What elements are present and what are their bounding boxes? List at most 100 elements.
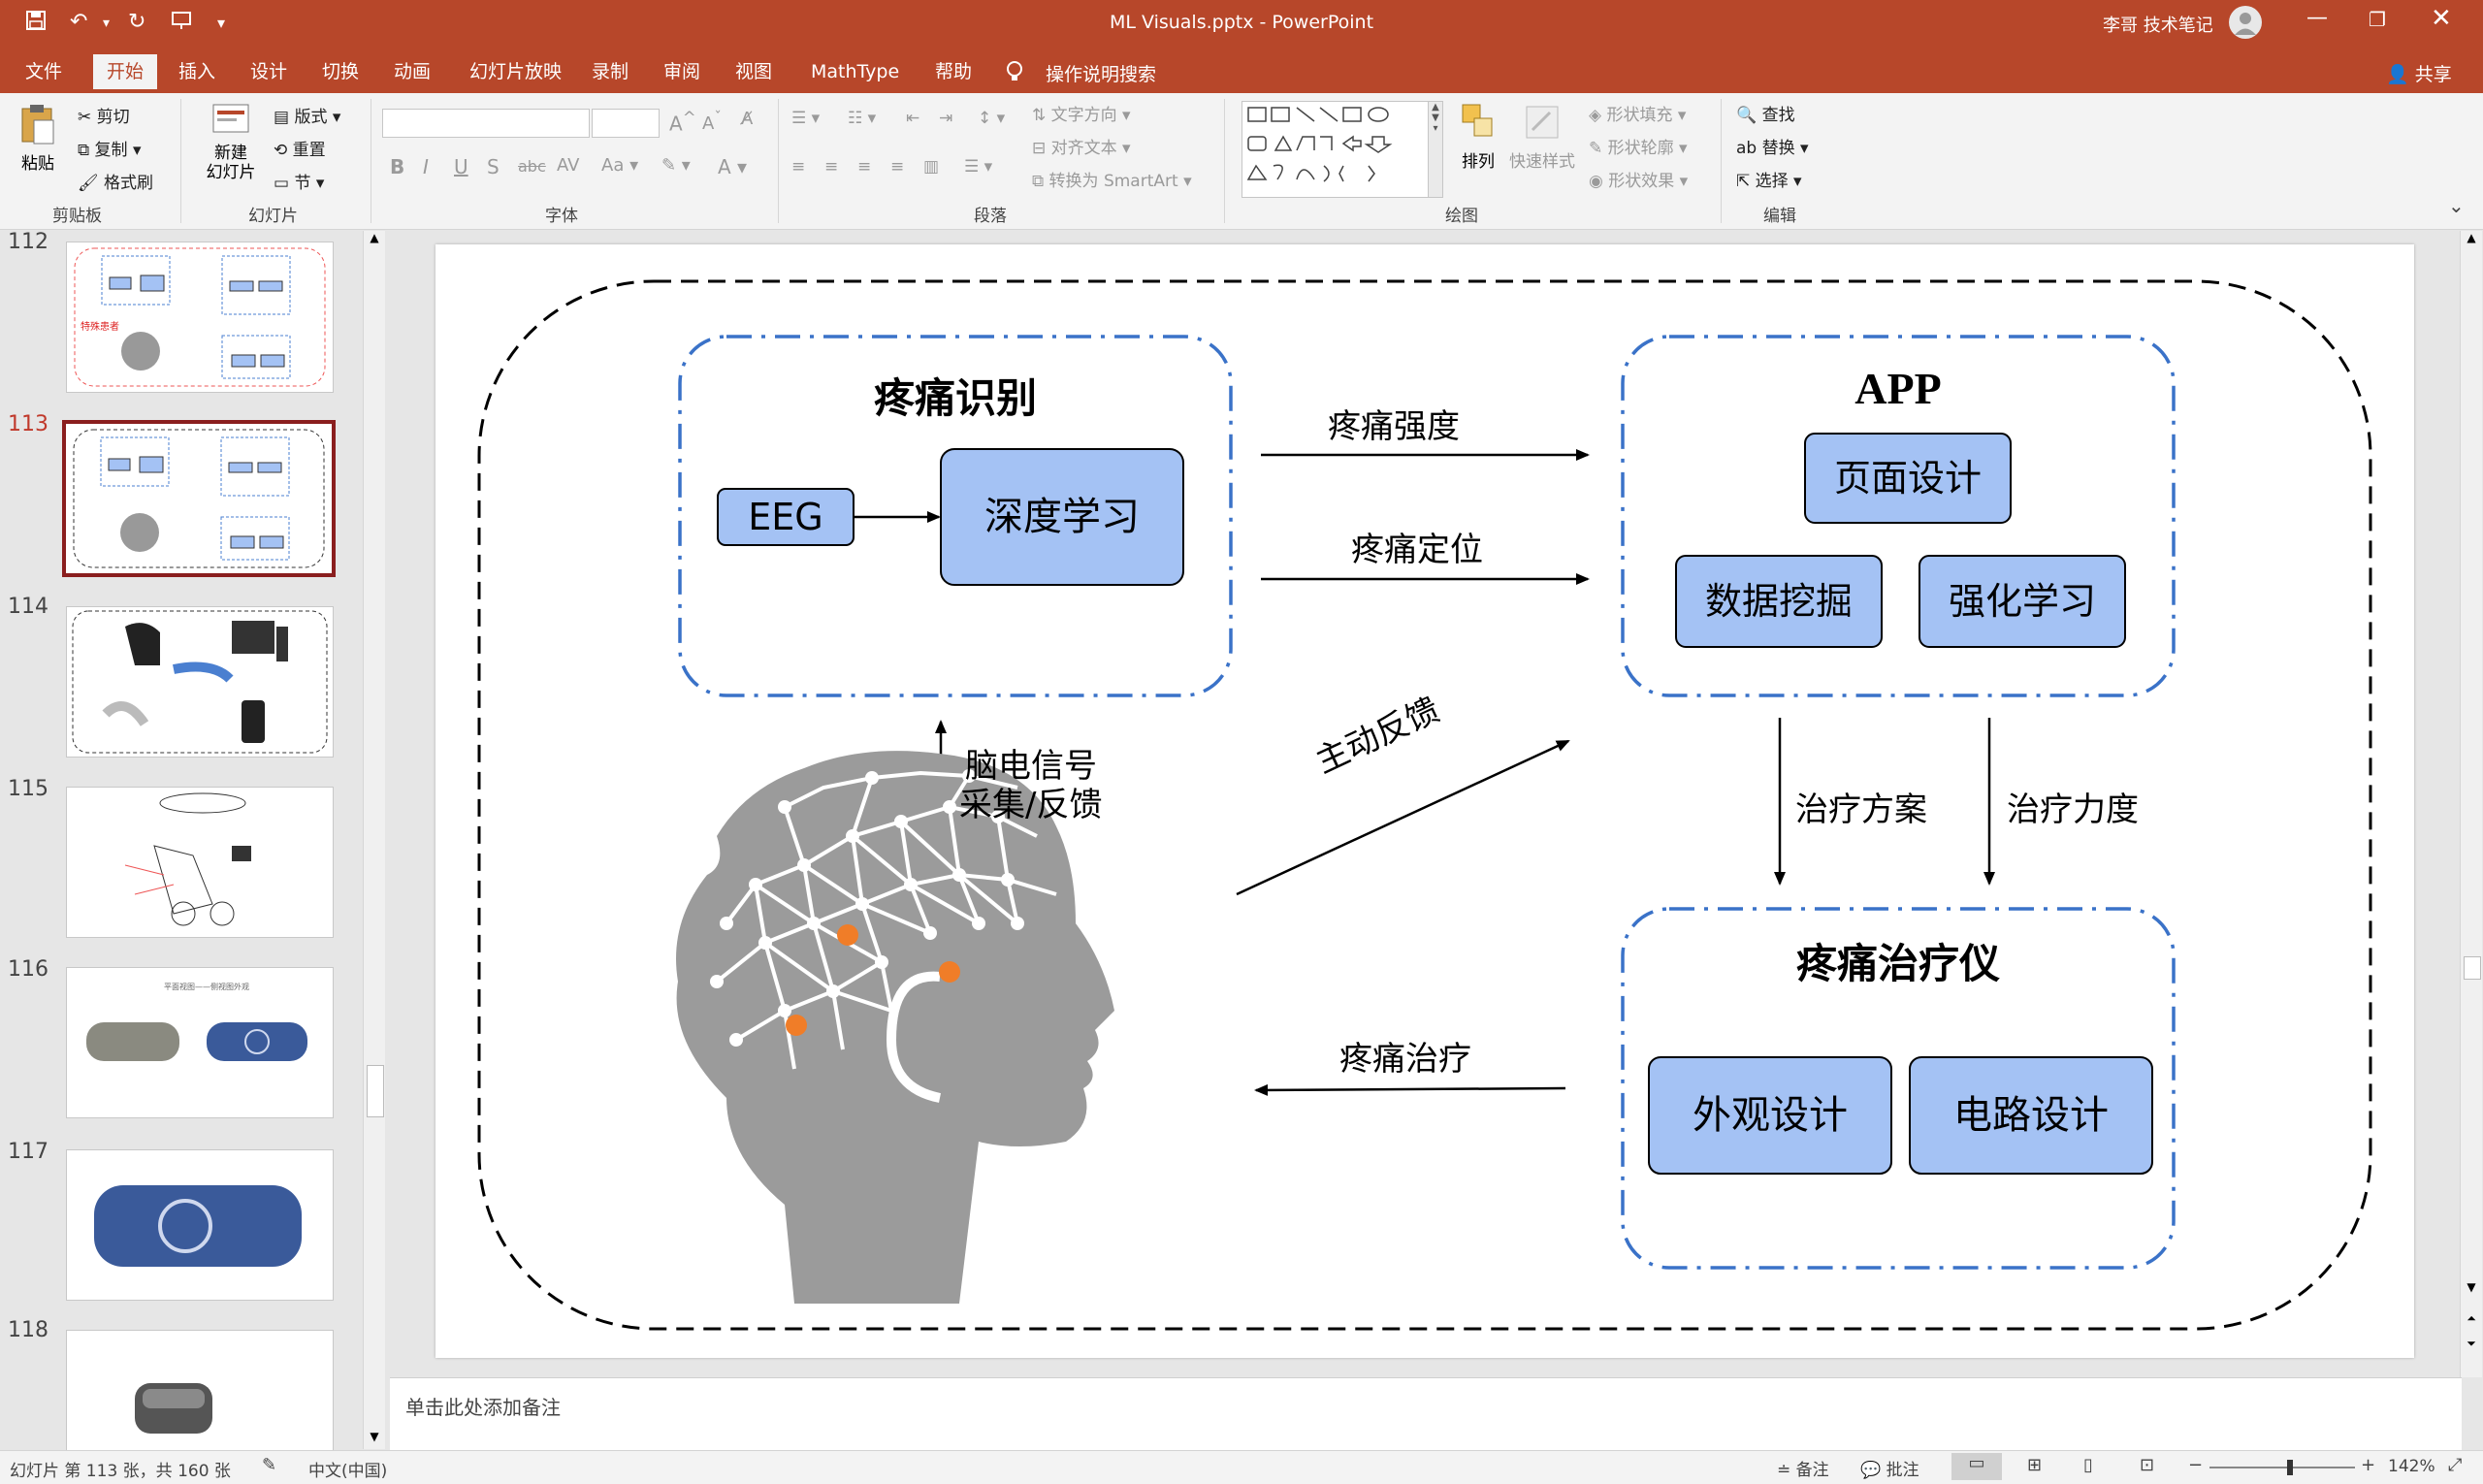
copy-button[interactable]: ⧉ 复制 ▾ [78, 136, 141, 160]
save-icon[interactable] [25, 10, 47, 37]
tab-transitions[interactable]: 切换 [308, 54, 372, 89]
tab-view[interactable]: 视图 [722, 54, 786, 89]
justify-icon[interactable]: ≡ [890, 157, 904, 177]
undo-dropdown-icon[interactable]: ▾ [103, 16, 110, 31]
slide[interactable]: 疼痛识别 EEG 深度学习 APP 页面设计 数据挖掘 强化学习 疼痛治疗仪 外… [435, 244, 2414, 1358]
tell-me-search[interactable]: 操作说明搜索 [1046, 60, 1156, 86]
char-spacing-icon[interactable]: AV [557, 155, 579, 176]
slideshow-icon[interactable]: ⊡ [2140, 1455, 2154, 1475]
font-size-combo[interactable] [592, 109, 660, 138]
normal-view-icon[interactable]: ▭ [1951, 1453, 2002, 1480]
shapes-gallery-scroll[interactable]: ▲ ▼ ▾ [1428, 101, 1443, 198]
scroll-up-icon: ▲ [370, 231, 379, 244]
tab-file[interactable]: 文件 [12, 54, 76, 89]
paste-button[interactable]: 粘贴 [14, 103, 62, 174]
shape-outline-button[interactable]: ✎ 形状轮廓 ▾ [1589, 134, 1688, 158]
comments-toggle[interactable]: 💬 批注 [1860, 1456, 1919, 1480]
numbering-icon[interactable]: ☷ ▾ [848, 109, 876, 128]
align-text-button[interactable]: ⊟ 对齐文本 ▾ [1032, 134, 1131, 158]
eeg-label: EEG [748, 496, 823, 538]
distribute-icon[interactable]: ☰ ▾ [964, 157, 992, 177]
thumbnail-scrollbar[interactable]: ▲ ▼ [363, 231, 385, 1449]
share-button[interactable]: 👤 共享 [2386, 60, 2452, 86]
decrease-font-icon[interactable]: Aˇ [702, 109, 722, 134]
slide-thumbnail-114[interactable] [66, 606, 334, 758]
shadow-icon[interactable]: S [487, 155, 500, 178]
change-case-icon[interactable]: Aa ▾ [601, 155, 638, 176]
new-slide-button[interactable]: 新建 幻灯片 [194, 101, 268, 182]
clipboard-icon [21, 105, 54, 145]
text-direction-button[interactable]: ⇅ 文字方向 ▾ [1032, 101, 1131, 125]
undo-icon[interactable]: ↶ [70, 10, 87, 34]
slide-sorter-icon[interactable]: ⊞ [2027, 1455, 2042, 1475]
slide-thumbnail-116[interactable]: 平面视图——侧视图外观 [66, 967, 334, 1118]
tab-slideshow[interactable]: 幻灯片放映 [456, 54, 575, 89]
bold-icon[interactable]: B [390, 155, 404, 178]
collapse-ribbon-icon[interactable]: ⌄ [2448, 194, 2465, 217]
canvas-scrollbar[interactable]: ▲ ▼ ⏶ ⏷ [2460, 231, 2482, 1377]
align-right-icon[interactable]: ≡ [857, 157, 871, 177]
notes-pane[interactable]: 单击此处添加备注 [390, 1377, 2462, 1451]
columns-icon[interactable]: ▥ [923, 157, 939, 177]
tab-animations[interactable]: 动画 [380, 54, 444, 89]
align-center-icon[interactable]: ≡ [824, 157, 838, 177]
tab-help[interactable]: 帮助 [921, 54, 985, 89]
close-icon[interactable]: ✕ [2431, 4, 2452, 33]
shape-fill-button[interactable]: ◈ 形状填充 ▾ [1589, 101, 1686, 125]
font-color-icon[interactable]: A ▾ [718, 155, 747, 178]
presentation-icon[interactable] [171, 10, 192, 37]
increase-indent-icon[interactable]: ⇥ [939, 109, 952, 128]
quick-styles-button[interactable]: 快速样式 [1505, 101, 1579, 172]
slide-thumbnail-115[interactable] [66, 787, 334, 938]
spelling-icon[interactable]: ✎ [262, 1455, 276, 1475]
zoom-slider[interactable] [2209, 1460, 2355, 1475]
customize-qat-icon[interactable]: ▾ [217, 14, 225, 32]
align-left-icon[interactable]: ≡ [791, 157, 805, 177]
minimize-icon[interactable]: — [2306, 6, 2328, 30]
tab-design[interactable]: 设计 [237, 54, 301, 89]
select-button[interactable]: ⇱ 选择 ▾ [1736, 167, 1802, 191]
section-button[interactable]: ▭ 节 ▾ [274, 169, 324, 193]
italic-icon[interactable]: I [423, 155, 429, 178]
strikethrough-icon[interactable]: abc [518, 157, 546, 176]
reset-button[interactable]: ⟲ 重置 [274, 136, 326, 160]
shape-effects-button[interactable]: ◉ 形状效果 ▾ [1589, 167, 1688, 191]
smartart-button[interactable]: ⧉ 转换为 SmartArt ▾ [1032, 167, 1192, 191]
language-indicator[interactable]: 中文(中国) [308, 1457, 387, 1481]
zoom-level[interactable]: 142% [2388, 1457, 2435, 1476]
line-spacing-icon[interactable]: ↕ ▾ [978, 109, 1005, 128]
slide-thumbnail-112[interactable]: 特殊患者 [66, 242, 334, 393]
tab-home[interactable]: 开始 [93, 54, 158, 89]
bullets-icon[interactable]: ☰ ▾ [791, 109, 820, 128]
shapes-gallery[interactable] [1242, 101, 1430, 198]
restore-icon[interactable]: ❐ [2369, 8, 2386, 31]
slide-thumbnail-118[interactable] [66, 1330, 334, 1452]
font-name-combo[interactable] [382, 109, 590, 138]
reading-view-icon[interactable]: ▯ [2083, 1455, 2093, 1475]
cut-button[interactable]: ✂ 剪切 [78, 103, 130, 127]
replace-button[interactable]: ab 替换 ▾ [1736, 134, 1809, 158]
increase-font-icon[interactable]: A^ [669, 109, 696, 136]
tab-review[interactable]: 审阅 [650, 54, 714, 89]
slide-thumbnail-113[interactable] [62, 420, 336, 577]
redo-icon[interactable]: ↻ [128, 10, 145, 34]
notes-toggle[interactable]: ≐ 备注 [1777, 1456, 1829, 1480]
decrease-indent-icon[interactable]: ⇤ [906, 109, 919, 128]
arrange-button[interactable]: 排列 [1451, 101, 1505, 172]
zoom-in-icon[interactable]: + [2361, 1455, 2375, 1475]
fit-to-window-icon[interactable]: ⤢ [2448, 1455, 2462, 1475]
highlight-icon[interactable]: ✎ ▾ [661, 155, 691, 176]
clear-format-icon[interactable]: A̸ [741, 109, 753, 129]
find-button[interactable]: 🔍 查找 [1736, 101, 1795, 125]
status-bar: 幻灯片 第 113 张，共 160 张 ✎ 中文(中国) ≐ 备注 💬 批注 ▭… [0, 1450, 2483, 1484]
underline-icon[interactable]: U [454, 155, 468, 178]
layout-button[interactable]: ▤ 版式 ▾ [274, 103, 340, 127]
zoom-slider-thumb[interactable] [2286, 1460, 2293, 1475]
tab-record[interactable]: 录制 [578, 54, 642, 89]
slide-thumbnail-117[interactable] [66, 1149, 334, 1301]
tab-mathtype[interactable]: MathType [797, 54, 913, 89]
zoom-out-icon[interactable]: − [2188, 1455, 2203, 1475]
avatar[interactable] [2229, 6, 2262, 39]
tab-insert[interactable]: 插入 [165, 54, 229, 89]
format-painter-button[interactable]: 🖌 格式刷 [78, 169, 153, 193]
